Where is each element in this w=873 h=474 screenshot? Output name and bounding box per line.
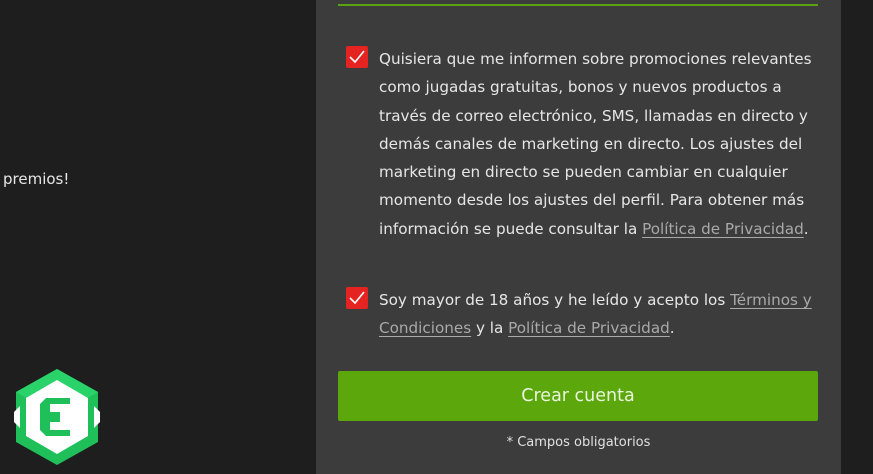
- privacy-policy-link[interactable]: Política de Privacidad: [642, 220, 804, 238]
- input-underline: [338, 4, 818, 6]
- casino-logo-icon: [14, 369, 100, 465]
- check-icon: [349, 291, 365, 305]
- marketing-consent-checkbox[interactable]: [346, 46, 368, 68]
- privacy-policy-link-2[interactable]: Política de Privacidad: [508, 319, 670, 337]
- check-icon: [349, 50, 365, 64]
- right-background: [841, 0, 873, 474]
- registration-panel: Quisiera que me informen sobre promocion…: [316, 0, 841, 474]
- marketing-consent-text: Quisiera que me informen sobre promocion…: [379, 50, 812, 238]
- create-account-button[interactable]: Crear cuenta: [338, 371, 818, 421]
- required-fields-note: * Campos obligatorios: [506, 435, 651, 450]
- left-promo-text: premios!: [3, 170, 70, 188]
- terms-consent-checkbox[interactable]: [346, 287, 368, 309]
- terms-consent-text: Soy mayor de 18 años y he leído y acepto…: [379, 291, 812, 338]
